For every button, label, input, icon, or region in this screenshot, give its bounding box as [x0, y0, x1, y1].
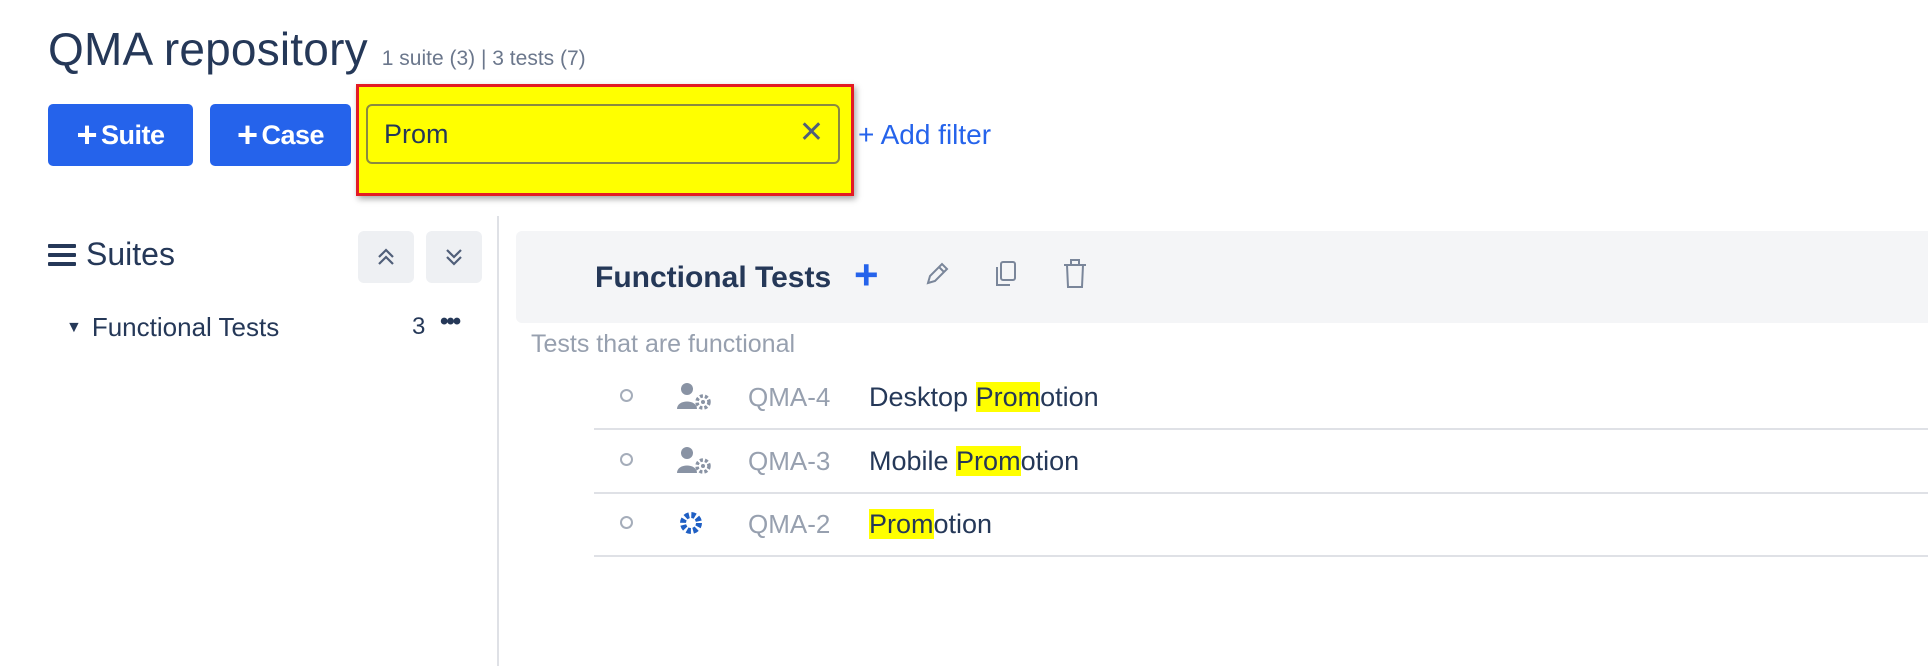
user-gear-icon	[676, 445, 712, 480]
gear-icon	[676, 508, 712, 543]
add-filter-link[interactable]: + Add filter	[858, 119, 991, 151]
test-case-title[interactable]: Desktop Promotion	[869, 382, 1099, 413]
clear-icon[interactable]: ✕	[799, 115, 824, 150]
user-gear-icon	[676, 381, 712, 416]
test-case-row[interactable]: QMA-2 Promotion	[594, 494, 1928, 557]
page-title: QMA repository	[48, 23, 368, 75]
plus-icon: +	[76, 114, 97, 155]
collapse-all-button[interactable]	[358, 231, 414, 283]
search-highlight-frame: ✕	[356, 84, 854, 196]
page-summary: 1 suite (3) | 3 tests (7)	[381, 47, 586, 70]
add-suite-button[interactable]: + Suite	[48, 104, 193, 166]
delete-icon[interactable]	[1061, 258, 1089, 295]
search-input[interactable]	[384, 106, 764, 162]
test-case-key[interactable]: QMA-2	[748, 509, 830, 540]
more-options-icon[interactable]: •••	[440, 308, 461, 336]
suite-title: Functional Tests	[595, 261, 832, 294]
test-case-title[interactable]: Promotion	[869, 509, 992, 540]
add-case-label: Case	[261, 119, 325, 150]
menu-icon	[48, 239, 76, 271]
sidebar-item-functional-tests[interactable]: ▼ Functional Tests	[66, 312, 279, 343]
add-suite-label: Suite	[101, 119, 165, 150]
add-case-button[interactable]: + Case	[210, 104, 351, 166]
copy-icon[interactable]	[992, 259, 1020, 294]
expand-all-button[interactable]	[426, 231, 482, 283]
test-case-row[interactable]: QMA-3 Mobile Promotion	[594, 431, 1928, 494]
add-test-icon[interactable]: +	[854, 251, 879, 299]
caret-down-icon[interactable]: ▼	[66, 319, 82, 337]
search-box: ✕	[366, 104, 840, 164]
sidebar-header: Suites	[48, 236, 175, 273]
suite-header: Functional Tests +	[516, 231, 1928, 323]
sidebar-item-label: Functional Tests	[91, 312, 280, 342]
status-radio[interactable]	[620, 453, 633, 466]
panel-divider	[497, 216, 499, 666]
test-case-row[interactable]: QMA-4 Desktop Promotion	[594, 367, 1928, 430]
test-case-title[interactable]: Mobile Promotion	[869, 446, 1079, 477]
test-case-key[interactable]: QMA-4	[748, 382, 830, 413]
chevrons-down-icon	[446, 249, 462, 266]
sidebar-item-count: 3	[412, 313, 426, 340]
title-row: QMA repository 1 suite (3) | 3 tests (7)	[48, 22, 586, 76]
test-case-key[interactable]: QMA-3	[748, 446, 830, 477]
edit-icon[interactable]	[922, 259, 952, 294]
status-radio[interactable]	[620, 516, 633, 529]
sidebar-title: Suites	[86, 236, 175, 272]
suite-description: Tests that are functional	[531, 330, 796, 358]
status-radio[interactable]	[620, 389, 633, 402]
chevrons-up-icon	[378, 248, 394, 265]
plus-icon: +	[236, 114, 258, 155]
